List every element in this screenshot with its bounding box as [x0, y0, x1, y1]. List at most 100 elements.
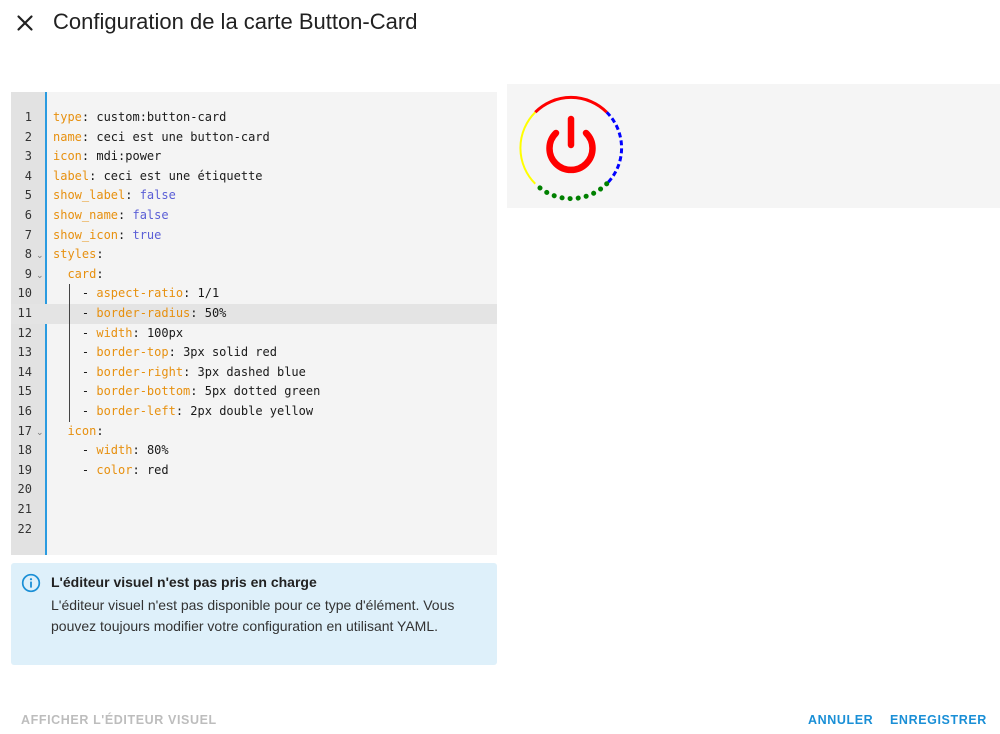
yaml-value: ceci est une button-card	[96, 129, 270, 144]
code-line[interactable]: 18 - width: 80%	[11, 441, 497, 461]
code-line[interactable]: 17 ⌄ icon:	[11, 422, 497, 442]
yaml-indent	[53, 306, 82, 320]
yaml-colon: :	[183, 286, 198, 301]
yaml-key: icon	[67, 423, 97, 438]
code-line[interactable]: 9 ⌄ card:	[11, 265, 497, 285]
code-line[interactable]: 15 - border-bottom: 5px dotted green	[11, 382, 497, 402]
yaml-colon: :	[125, 188, 140, 203]
yaml-colon: :	[175, 404, 191, 418]
yaml-value: 50%	[204, 306, 227, 320]
yaml-key: aspect-ratio	[96, 286, 184, 301]
show-visual-editor-button[interactable]: AFFICHER L'ÉDITEUR VISUEL	[21, 713, 217, 727]
yaml-value: ceci est une étiquette	[103, 168, 263, 183]
yaml-colon: :	[89, 168, 104, 183]
line-number: 3	[24, 149, 32, 164]
code-line[interactable]: 6 show_name: false	[11, 206, 497, 226]
close-button[interactable]	[12, 10, 38, 36]
cancel-button[interactable]: ANNULER	[808, 713, 873, 727]
code-line[interactable]: 7 show_icon: true	[11, 226, 497, 246]
line-number: 22	[17, 521, 32, 536]
yaml-value: mdi:power	[96, 149, 162, 164]
yaml-colon: :	[190, 384, 205, 399]
line-number: 4	[24, 168, 32, 183]
code-line[interactable]: 16 - border-left: 2px double yellow	[11, 402, 497, 422]
yaml-indent	[53, 424, 67, 438]
yaml-value: 3px solid red	[183, 345, 277, 360]
yaml-colon: :	[183, 364, 198, 379]
yaml-value: true	[132, 227, 162, 242]
save-button[interactable]: ENREGISTRER	[890, 713, 987, 727]
border-left-arc	[519, 111, 536, 185]
yaml-indent	[53, 345, 82, 359]
yaml-key: border-bottom	[96, 384, 191, 399]
info-icon	[21, 573, 41, 593]
yaml-dash: -	[81, 306, 97, 320]
yaml-indent	[53, 443, 82, 457]
line-number: 9	[24, 266, 32, 281]
line-number: 14	[17, 364, 32, 379]
yaml-dash: -	[81, 404, 97, 418]
yaml-key: show_label	[53, 188, 126, 203]
code-text: - width: 100px	[53, 324, 183, 344]
yaml-indent	[53, 326, 82, 340]
yaml-dash: -	[81, 364, 97, 379]
yaml-indent	[53, 267, 67, 281]
line-number: 2	[24, 129, 32, 144]
code-line[interactable]: 22	[11, 520, 497, 540]
yaml-code-editor[interactable]: 1 type: custom:button-card 2 name: ceci est…	[11, 92, 497, 555]
button-card-preview[interactable]	[516, 93, 626, 203]
line-number: 15	[17, 384, 32, 399]
yaml-value: red	[146, 462, 169, 477]
code-line[interactable]: 21	[11, 500, 497, 520]
close-icon[interactable]	[12, 10, 38, 36]
yaml-colon: :	[118, 227, 133, 242]
border-bottom-arc	[532, 181, 610, 202]
yaml-key: styles	[53, 247, 97, 262]
line-number: 13	[17, 345, 32, 360]
yaml-value: false	[139, 188, 176, 203]
code-line[interactable]: 1 type: custom:button-card	[11, 108, 497, 128]
code-line[interactable]: 12 - width: 100px	[11, 324, 497, 344]
code-text: icon: mdi:power	[53, 147, 161, 167]
code-area[interactable]: 1 type: custom:button-card 2 name: ceci est…	[11, 92, 497, 555]
yaml-value: 5px dotted green	[204, 384, 321, 399]
code-line[interactable]: 14 - border-right: 3px dashed blue	[11, 363, 497, 383]
yaml-key: border-left	[96, 404, 176, 418]
code-line[interactable]: 11 - border-radius: 50%	[11, 304, 497, 324]
alert-text: L'éditeur visuel n'est pas disponible po…	[51, 597, 455, 634]
code-text: show_icon: true	[53, 226, 161, 246]
line-number: 16	[17, 404, 32, 418]
code-line[interactable]: 13 - border-top: 3px solid red	[11, 343, 497, 363]
yaml-colon: :	[81, 129, 97, 144]
yaml-key: card	[67, 266, 97, 281]
line-number: 21	[17, 502, 32, 516]
yaml-dash: -	[81, 443, 97, 458]
code-line[interactable]: 10 - aspect-ratio: 1/1	[11, 284, 497, 304]
yaml-key: show_name	[53, 208, 119, 222]
yaml-value: 3px dashed blue	[197, 364, 306, 379]
yaml-key: label	[53, 168, 90, 183]
yaml-key: width	[96, 325, 133, 340]
yaml-colon: :	[190, 306, 205, 320]
code-line[interactable]: 8 ⌄ styles:	[11, 245, 497, 265]
code-text: - width: 80%	[53, 441, 169, 461]
code-line[interactable]: 3 icon: mdi:power	[11, 147, 497, 167]
code-text: type: custom:button-card	[53, 108, 226, 128]
code-line[interactable]: 4 label: ceci est une étiquette	[11, 167, 497, 187]
line-number: 8	[24, 247, 32, 262]
yaml-value: 2px double yellow	[190, 404, 314, 418]
line-number: 1	[24, 110, 32, 124]
yaml-indent	[53, 404, 82, 418]
code-line[interactable]: 19 - color: red	[11, 461, 497, 481]
code-line[interactable]: 5 show_label: false	[11, 186, 497, 206]
yaml-key: type	[53, 110, 82, 124]
card-preview	[507, 84, 1000, 208]
yaml-colon: :	[81, 149, 97, 164]
code-line[interactable]: 20	[11, 480, 497, 500]
yaml-colon: :	[132, 462, 147, 477]
yaml-key: icon	[53, 149, 82, 164]
yaml-dash: -	[81, 286, 97, 301]
code-text: - border-right: 3px dashed blue	[53, 363, 306, 383]
yaml-colon: :	[132, 443, 147, 458]
code-line[interactable]: 2 name: ceci est une button-card	[11, 128, 497, 148]
